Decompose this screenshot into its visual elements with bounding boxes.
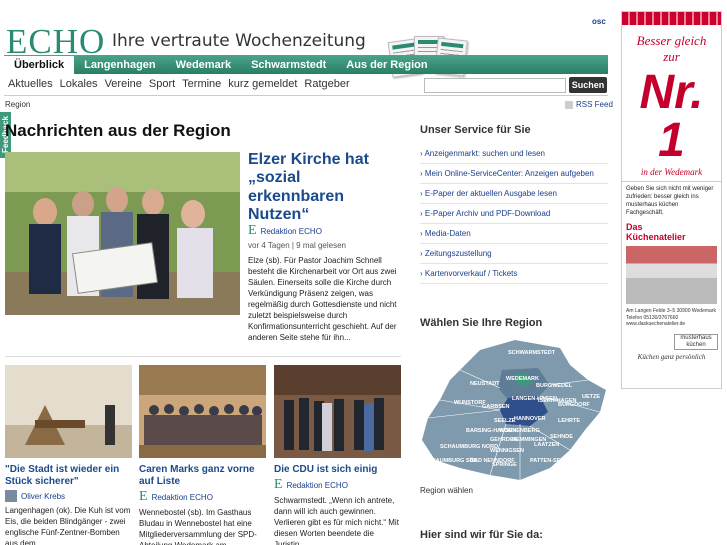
nav-tab-wedemark[interactable]: Wedemark xyxy=(166,55,241,74)
main-nav: Überblick Langenhagen Wedemark Schwarmst… xyxy=(4,55,608,74)
region-label[interactable]: SCHAUMBURG NORD xyxy=(440,444,498,450)
subnav-vereine[interactable]: Vereine xyxy=(105,78,142,90)
tagline: Ihre vertraute Wochenzeitung xyxy=(112,31,366,51)
card-photo xyxy=(139,365,266,458)
subnav-kurz-gemeldet[interactable]: kurz gemeldet xyxy=(228,78,297,90)
region-label[interactable]: SCHWARMSTEDT xyxy=(508,350,556,356)
region-label[interactable]: WEDEMARK xyxy=(506,376,539,382)
subnav-aktuelles[interactable]: Aktuelles xyxy=(8,78,53,90)
section-title: Nachrichten aus der Region xyxy=(5,121,231,140)
contact-title: Hier sind wir für Sie da: xyxy=(420,529,543,541)
subnav-sport[interactable]: Sport xyxy=(149,78,175,90)
ad-address: Am Langen Felde 3–5 30900 Wedemark Telef… xyxy=(626,308,716,327)
search-button[interactable]: Suchen xyxy=(569,77,607,93)
region-label[interactable]: NEUSTADT xyxy=(470,381,500,387)
region-label[interactable]: BURGDORF xyxy=(558,402,590,408)
article-card-author[interactable]: Oliver Krebs xyxy=(5,490,132,502)
article-card-author[interactable]: E Redaktion ECHO xyxy=(274,478,401,492)
article-card[interactable]: Die CDU ist sich einig E Redaktion ECHO … xyxy=(274,365,401,545)
region-label[interactable]: GARBSEN xyxy=(482,404,510,410)
article-card-author[interactable]: E Redaktion ECHO xyxy=(139,490,266,504)
service-link-tickets[interactable]: Kartenvorverkauf / Tickets xyxy=(420,264,608,284)
nav-tab-schwarmstedt[interactable]: Schwarmstedt xyxy=(241,55,336,74)
service-link-zustellung[interactable]: Zeitungszustellung xyxy=(420,244,608,264)
subnav-ratgeber[interactable]: Ratgeber xyxy=(304,78,349,90)
ad-subline: in der Wedemark xyxy=(622,167,721,182)
ad-musterhaus-logo: musterhaus küchen xyxy=(674,333,718,350)
lead-article-title[interactable]: Elzer Kirche hat „sozial erkennbaren Nut… xyxy=(248,151,398,225)
article-card-title[interactable]: "Die Stadt ist wieder ein Stück sicherer… xyxy=(5,464,132,488)
ad-slogan: Besser gleich zur xyxy=(636,33,707,64)
article-card-text: Wennebostel (sb). Im Gasthaus Bludau in … xyxy=(139,508,257,545)
service-list: Anzeigenmarkt: suchen und lesen Mein Onl… xyxy=(420,144,608,284)
card-photo xyxy=(5,365,132,458)
region-select-link[interactable]: Region wählen xyxy=(420,486,473,495)
breadcrumb: Region xyxy=(5,100,31,109)
lead-meta: vor 4 Tagen | 9 mal gelesen xyxy=(248,241,346,250)
region-label[interactable]: BURGWEDEL xyxy=(536,383,573,389)
article-card-image xyxy=(139,365,266,458)
region-label[interactable]: SEELZE xyxy=(494,418,516,424)
rss-label: RSS Feed xyxy=(576,100,613,109)
region-title: Wählen Sie Ihre Region xyxy=(420,317,543,329)
article-card-author-name: Oliver Krebs xyxy=(21,491,66,501)
echo-e-icon: E xyxy=(274,477,283,492)
region-label[interactable]: RONNENBERG xyxy=(500,428,540,434)
card-photo xyxy=(274,365,401,458)
article-card-text: Langenhagen (ok). Die Kuh ist vom Eis, d… xyxy=(5,506,131,545)
article-card-text: Schwarmstedt. „Wenn ich antrete, dann wi… xyxy=(274,496,399,545)
region-label[interactable]: SEHNDE xyxy=(550,434,573,440)
header-divider xyxy=(4,95,608,96)
lead-photo xyxy=(5,152,240,315)
service-link-anzeigenmarkt[interactable]: Anzeigenmarkt: suchen und lesen xyxy=(420,144,608,164)
ad-kitchen-photo xyxy=(626,246,717,304)
region-label[interactable]: LEHRTE xyxy=(558,418,580,424)
rss-feed-link[interactable]: RSS Feed xyxy=(565,100,613,109)
lead-author[interactable]: E Redaktion ECHO xyxy=(248,224,322,238)
service-link-epaper-archiv[interactable]: E-Paper Archiv und PDF-Download xyxy=(420,204,608,224)
search-input[interactable] xyxy=(424,78,566,93)
region-label[interactable]: SPRINGE xyxy=(492,462,517,468)
ad-stripe xyxy=(622,12,721,25)
content-divider xyxy=(5,356,401,357)
region-label[interactable]: HANNOVER xyxy=(514,416,546,422)
ad-brand: Das Küchenatelier xyxy=(626,222,686,242)
article-card[interactable]: Caren Marks ganz vorne auf Liste E Redak… xyxy=(139,365,266,545)
nav-tab-ueberblick[interactable]: Überblick xyxy=(4,56,75,74)
nav-tab-region[interactable]: Aus der Region xyxy=(336,55,437,74)
region-label[interactable]: UETZE xyxy=(582,394,600,400)
article-card-title[interactable]: Caren Marks ganz vorne auf Liste xyxy=(139,464,266,488)
ad-number-one: Nr. 1 xyxy=(639,66,704,167)
lead-author-name: Redaktion ECHO xyxy=(260,226,322,236)
ad-footer: Küchen ganz persönlich xyxy=(637,352,706,361)
service-link-servicecenter[interactable]: Mein Online-ServiceCenter: Anzeigen aufg… xyxy=(420,164,608,184)
ad-description: Geben Sie sich nicht mit weniger zufried… xyxy=(626,186,714,216)
article-card-image xyxy=(5,365,132,458)
article-card-image xyxy=(274,365,401,458)
author-avatar xyxy=(5,490,17,502)
region-map[interactable]: SCHWARMSTEDT NEUSTADT WEDEMARK BURGWEDEL… xyxy=(420,340,608,482)
service-link-media-daten[interactable]: Media-Daten xyxy=(420,224,608,244)
service-link-epaper[interactable]: E-Paper der aktuellen Ausgabe lesen xyxy=(420,184,608,204)
sub-nav: Aktuelles Lokales Vereine Sport Termine … xyxy=(8,78,350,90)
service-title: Unser Service für Sie xyxy=(420,124,531,136)
lead-article-image[interactable] xyxy=(5,152,240,315)
echo-e-icon: E xyxy=(248,223,257,238)
lead-text: Elze (sb). Für Pastor Joachim Schnell be… xyxy=(248,256,397,342)
article-card-author-name: Redaktion ECHO xyxy=(151,492,213,502)
nav-tab-langenhagen[interactable]: Langenhagen xyxy=(74,55,166,74)
article-card-author-name: Redaktion ECHO xyxy=(286,480,348,490)
osc-link[interactable]: osc xyxy=(592,17,606,26)
rss-icon xyxy=(565,100,573,109)
subnav-lokales[interactable]: Lokales xyxy=(60,78,98,90)
subnav-termine[interactable]: Termine xyxy=(182,78,221,90)
article-card-title[interactable]: Die CDU ist sich einig xyxy=(274,464,401,476)
echo-logo[interactable]: ECHO xyxy=(6,24,105,59)
region-label[interactable]: LAATZEN xyxy=(534,442,559,448)
advertisement-banner[interactable]: Besser gleich zur Nr. 1 in der Wedemark G… xyxy=(621,11,722,389)
article-card[interactable]: "Die Stadt ist wieder ein Stück sicherer… xyxy=(5,365,132,545)
region-label[interactable]: PATTEN-SEN xyxy=(530,458,564,464)
echo-e-icon: E xyxy=(139,489,148,504)
